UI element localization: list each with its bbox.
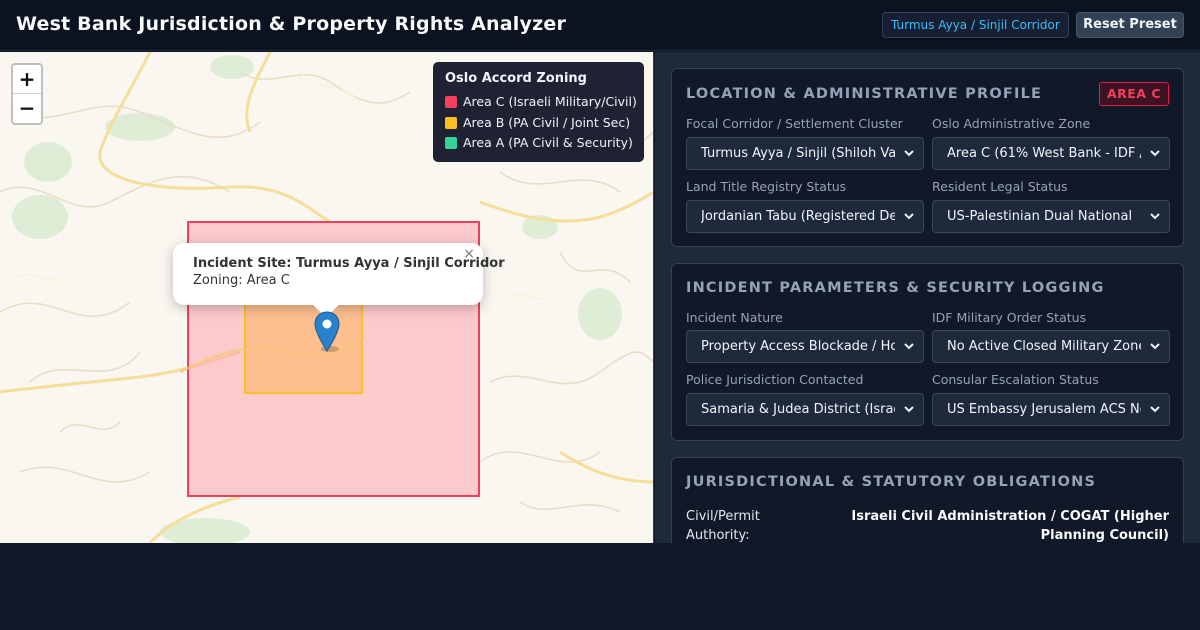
legend-label-area-b: Area B (PA Civil / Joint Sec) <box>463 114 631 130</box>
focal-corridor-select[interactable]: Turmus Ayya / Sinjil (Shiloh Valley) <box>686 137 924 170</box>
label-incident-nature: Incident Nature <box>686 310 783 325</box>
label-land-title: Land Title Registry Status <box>686 179 847 194</box>
app-header: West Bank Jurisdiction & Property Rights… <box>0 0 1200 51</box>
incident-parameters-title: INCIDENT PARAMETERS & SECURITY LOGGING <box>686 280 1105 296</box>
idf-order-select[interactable]: No Active Closed Military Zone <box>932 330 1170 363</box>
chevron-down-icon <box>1150 213 1160 220</box>
legend-item-area-a: Area A (PA Civil & Security) <box>445 133 633 154</box>
chevron-down-icon <box>904 406 914 413</box>
popup-title: Incident Site: Turmus Ayya / Sinjil Corr… <box>193 256 505 271</box>
label-focal-corridor: Focal Corridor / Settlement Cluster <box>686 116 903 131</box>
land-title-value: Jordanian Tabu (Registered Deed) <box>701 209 895 224</box>
legend-title: Oslo Accord Zoning <box>445 71 587 86</box>
label-consular-escalation: Consular Escalation Status <box>932 372 1099 387</box>
consular-escalation-value: US Embassy Jerusalem ACS Notified <box>947 402 1141 417</box>
police-jurisdiction-value: Samaria & Judea District (Israel Police) <box>701 402 895 417</box>
zoom-in-button[interactable]: + <box>13 65 41 94</box>
legend-label-area-c: Area C (Israeli Military/Civil) <box>463 94 637 109</box>
chevron-down-icon <box>1150 343 1160 350</box>
preset-badge: Turmus Ayya / Sinjil Corridor <box>882 12 1069 38</box>
location-profile-title: LOCATION & ADMINISTRATIVE PROFILE <box>686 86 1043 102</box>
legend-swatch-area-b <box>445 116 457 129</box>
incident-nature-select[interactable]: Property Access Blockade / Home Intrusio… <box>686 330 924 363</box>
chevron-down-icon <box>904 150 914 157</box>
consular-escalation-select[interactable]: US Embassy Jerusalem ACS Notified <box>932 393 1170 426</box>
chevron-down-icon <box>1150 406 1160 413</box>
police-jurisdiction-select[interactable]: Samaria & Judea District (Israel Police) <box>686 393 924 426</box>
map-pin-icon[interactable] <box>314 311 340 357</box>
label-idf-order: IDF Military Order Status <box>932 310 1087 325</box>
civil-permit-authority-value: Israeli Civil Administration / COGAT (Hi… <box>851 509 1169 543</box>
chevron-down-icon <box>904 343 914 350</box>
legend-item-area-c: Area C (Israeli Military/Civil) <box>445 92 637 113</box>
zoning-legend: Oslo Accord Zoning Area C (Israeli Milit… <box>433 62 644 162</box>
chevron-down-icon <box>1150 150 1160 157</box>
analysis-panel: LOCATION & ADMINISTRATIVE PROFILE AREA C… <box>655 52 1200 543</box>
oslo-zone-select[interactable]: Area C (61% West Bank - IDF / Civil Admi… <box>932 137 1170 170</box>
legend-swatch-area-c <box>445 96 457 108</box>
app-title: West Bank Jurisdiction & Property Rights… <box>16 13 567 35</box>
land-title-select[interactable]: Jordanian Tabu (Registered Deed) <box>686 200 924 233</box>
legend-label-area-a: Area A (PA Civil & Security) <box>463 135 633 150</box>
incident-parameters-card: INCIDENT PARAMETERS & SECURITY LOGGING I… <box>671 263 1184 441</box>
popup-zoning: Zoning: Area C <box>193 273 290 288</box>
zoom-out-button[interactable]: − <box>13 94 41 123</box>
incident-nature-value: Property Access Blockade / Home Intrusio… <box>701 339 895 354</box>
legend-swatch-area-a <box>445 137 457 149</box>
zone-badge: AREA C <box>1098 82 1169 106</box>
app-root: West Bank Jurisdiction & Property Rights… <box>0 0 1200 543</box>
resident-status-value: US-Palestinian Dual National <box>947 209 1133 224</box>
label-resident-status: Resident Legal Status <box>932 179 1068 194</box>
resident-status-select[interactable]: US-Palestinian Dual National <box>932 200 1170 233</box>
idf-order-value: No Active Closed Military Zone <box>947 339 1141 354</box>
incident-popup: × Incident Site: Turmus Ayya / Sinjil Co… <box>173 243 505 318</box>
civil-permit-authority-label: Civil/Permit Authority: <box>686 509 760 543</box>
reset-preset-button[interactable]: Reset Preset <box>1076 12 1184 38</box>
chevron-down-icon <box>904 213 914 220</box>
focal-corridor-value: Turmus Ayya / Sinjil (Shiloh Valley) <box>701 146 895 161</box>
map-view[interactable]: + − Oslo Accord Zoning Area C (Israeli M… <box>0 52 654 543</box>
zoom-control: + − <box>11 63 43 125</box>
statutory-obligations-title: JURISDICTIONAL & STATUTORY OBLIGATIONS <box>686 474 1097 490</box>
oslo-zone-value: Area C (61% West Bank - IDF / Civil Admi… <box>947 146 1141 161</box>
legend-item-area-b: Area B (PA Civil / Joint Sec) <box>445 113 632 134</box>
location-profile-card: LOCATION & ADMINISTRATIVE PROFILE AREA C… <box>671 68 1184 247</box>
label-police-jurisdiction: Police Jurisdiction Contacted <box>686 372 864 387</box>
label-oslo-zone: Oslo Administrative Zone <box>932 116 1091 131</box>
statutory-obligations-card: JURISDICTIONAL & STATUTORY OBLIGATIONS C… <box>671 457 1184 543</box>
